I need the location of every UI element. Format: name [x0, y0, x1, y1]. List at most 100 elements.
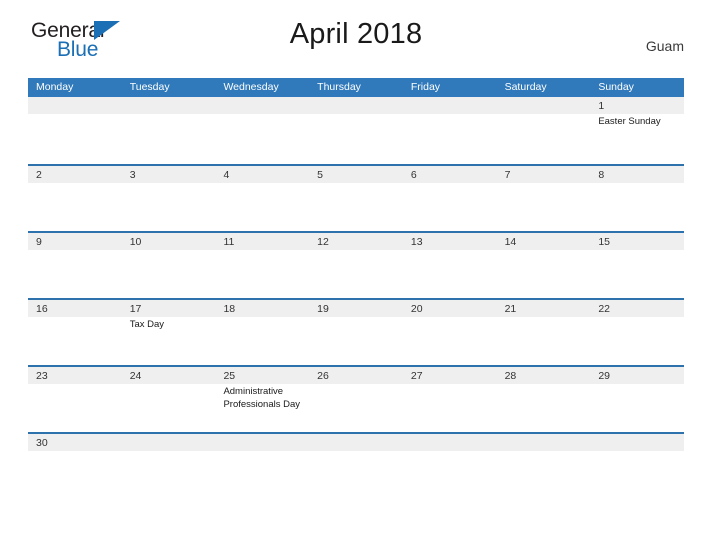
day-number: [223, 98, 309, 114]
day-number: 26: [317, 370, 329, 382]
calendar-week-row: 23 24 25 Administrative Professionals Day 26…: [28, 365, 684, 432]
calendar-day-cell[interactable]: 16: [28, 300, 122, 365]
calendar-day-cell[interactable]: 5: [309, 166, 403, 231]
calendar-day-cell-empty: [28, 97, 122, 164]
calendar-day-cell[interactable]: 6: [403, 166, 497, 231]
calendar-day-cell[interactable]: 14: [497, 233, 591, 298]
day-number: 19: [317, 303, 329, 315]
calendar-day-cell[interactable]: 1 Easter Sunday: [590, 97, 684, 164]
calendar-day-cell[interactable]: 20: [403, 300, 497, 365]
calendar-day-cell-empty: [309, 97, 403, 164]
weekday-header-thursday: Thursday: [317, 81, 361, 93]
weekday-header-wednesday: Wednesday: [223, 81, 279, 93]
calendar-week-row: 2 3 4 5 6 7 8: [28, 164, 684, 231]
day-number: 12: [317, 236, 329, 248]
calendar-week-row: 1 Easter Sunday: [28, 97, 684, 164]
calendar-grid: Monday Tuesday Wednesday Thursday Friday Satu…: [28, 78, 684, 456]
calendar-day-cell[interactable]: 12: [309, 233, 403, 298]
calendar-week-row: 9 10 11 12 13 14 15: [28, 231, 684, 298]
day-number: 16: [36, 303, 48, 315]
day-number: 2: [36, 169, 42, 181]
day-number: 21: [504, 303, 517, 315]
day-number: 4: [223, 169, 230, 181]
calendar-day-cell-empty: [309, 434, 403, 456]
day-number: 3: [129, 169, 136, 181]
day-number: 8: [598, 169, 605, 181]
day-number: 30: [36, 437, 48, 449]
day-number: [598, 435, 684, 451]
day-number: 18: [223, 303, 236, 315]
calendar-day-cell[interactable]: 28: [497, 367, 591, 432]
day-number: 23: [36, 370, 48, 382]
day-events: Tax Day: [130, 318, 216, 331]
day-number: 7: [504, 169, 511, 181]
calendar-day-cell[interactable]: 25 Administrative Professionals Day: [215, 367, 309, 432]
calendar-day-cell[interactable]: 26: [309, 367, 403, 432]
day-events: Administrative Professionals Day: [223, 385, 309, 411]
calendar-day-cell[interactable]: 19: [309, 300, 403, 365]
day-number: 17: [129, 303, 142, 315]
calendar-day-cell[interactable]: 21: [497, 300, 591, 365]
day-number: 10: [129, 236, 142, 248]
day-number: 27: [410, 370, 423, 382]
calendar-week-row: 16 17 Tax Day 18 19 20 21 22: [28, 298, 684, 365]
day-number: 13: [410, 236, 423, 248]
calendar-day-cell[interactable]: 3: [122, 166, 216, 231]
calendar-day-cell-empty: [403, 97, 497, 164]
weekday-header-tuesday: Tuesday: [129, 81, 170, 93]
calendar-day-cell[interactable]: 27: [403, 367, 497, 432]
calendar-day-cell[interactable]: 2: [28, 166, 122, 231]
day-number: [505, 435, 591, 451]
day-number: 15: [598, 236, 610, 248]
calendar-day-cell-empty: [122, 97, 216, 164]
day-event: Administrative Professionals Day: [223, 386, 300, 410]
day-number: [223, 435, 309, 451]
calendar-page: General Blue April 2018 Guam Monday Tuesd…: [0, 0, 712, 550]
day-number: 14: [504, 236, 517, 248]
day-event: Easter Sunday: [598, 116, 661, 127]
day-number: 28: [504, 370, 517, 382]
day-number: 6: [410, 169, 417, 181]
calendar-day-cell[interactable]: 15: [590, 233, 684, 298]
day-number: 20: [410, 303, 423, 315]
day-number: 1: [598, 100, 605, 112]
calendar-day-cell-empty: [122, 434, 216, 456]
calendar-day-cell[interactable]: 23: [28, 367, 122, 432]
day-number: [130, 98, 216, 114]
calendar-day-cell[interactable]: 30: [28, 434, 122, 456]
calendar-day-cell[interactable]: 13: [403, 233, 497, 298]
calendar-day-cell[interactable]: 17 Tax Day: [122, 300, 216, 365]
weekday-header-saturday: Saturday: [504, 81, 547, 93]
day-number: [505, 98, 591, 114]
calendar-day-cell[interactable]: 24: [122, 367, 216, 432]
weekday-header-monday: Monday: [36, 81, 74, 93]
calendar-day-cell[interactable]: 22: [590, 300, 684, 365]
calendar-day-cell[interactable]: 29: [590, 367, 684, 432]
calendar-day-cell[interactable]: 7: [497, 166, 591, 231]
calendar-day-cell[interactable]: 11: [215, 233, 309, 298]
day-number: 29: [598, 370, 610, 382]
day-number: 22: [598, 303, 610, 315]
weekday-header-row: Monday Tuesday Wednesday Thursday Friday Satu…: [28, 78, 684, 97]
calendar-day-cell-empty: [215, 97, 309, 164]
calendar-day-cell[interactable]: 10: [122, 233, 216, 298]
calendar-day-cell-empty: [215, 434, 309, 456]
day-number: [411, 98, 497, 114]
calendar-day-cell-empty: [497, 97, 591, 164]
day-events: Easter Sunday: [598, 115, 684, 128]
calendar-day-cell-empty: [497, 434, 591, 456]
calendar-week-row: 30: [28, 432, 684, 456]
day-number: 9: [36, 236, 42, 248]
day-number: [130, 435, 216, 451]
calendar-day-cell[interactable]: 18: [215, 300, 309, 365]
calendar-day-cell[interactable]: 4: [215, 166, 309, 231]
day-number: 24: [129, 370, 142, 382]
day-number: 5: [317, 169, 323, 181]
calendar-day-cell[interactable]: 9: [28, 233, 122, 298]
day-number: 25: [223, 370, 236, 382]
day-number: [317, 435, 403, 451]
day-number: [36, 98, 122, 114]
calendar-day-cell[interactable]: 8: [590, 166, 684, 231]
calendar-day-cell-empty: [403, 434, 497, 456]
weekday-header-sunday: Sunday: [598, 81, 634, 93]
